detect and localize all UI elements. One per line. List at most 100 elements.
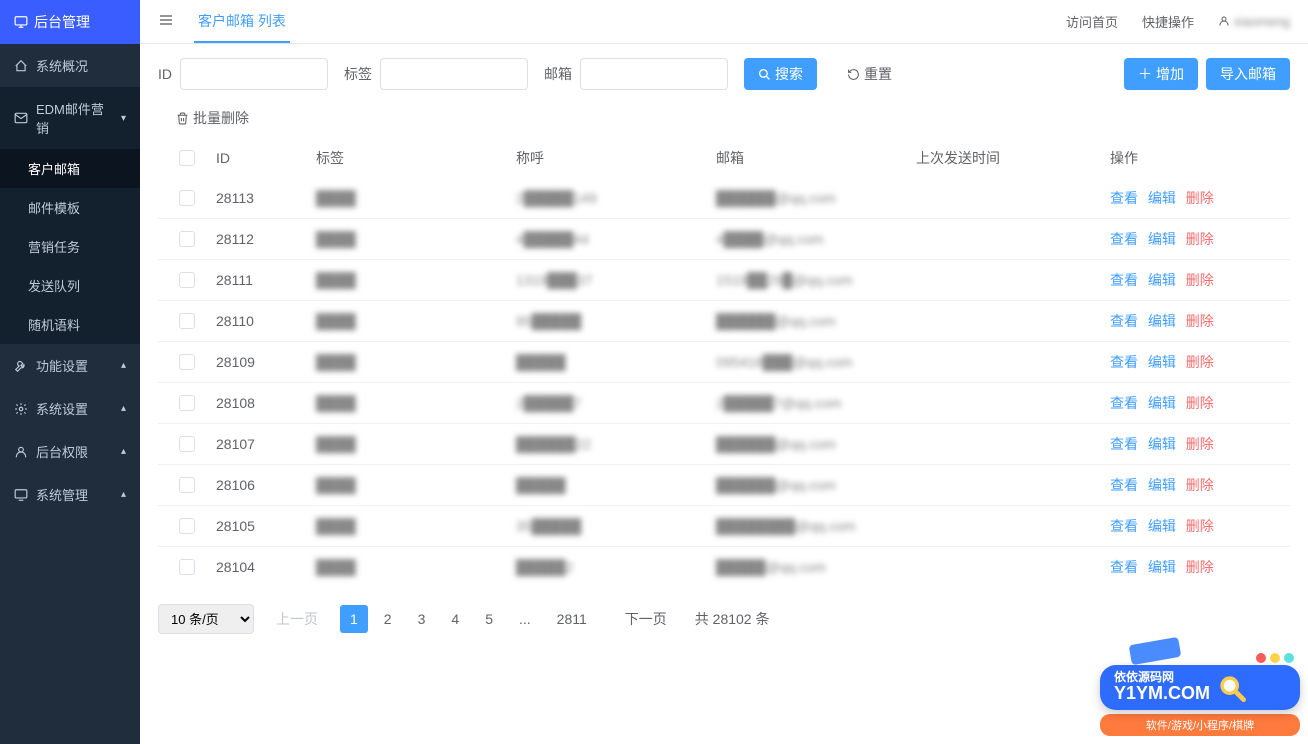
edit-link[interactable]: 编辑 (1148, 436, 1176, 452)
add-button-label: 增加 (1156, 64, 1184, 84)
row-checkbox[interactable] (179, 559, 195, 575)
page-number[interactable]: 2 (374, 605, 402, 633)
edit-link[interactable]: 编辑 (1148, 313, 1176, 329)
view-link[interactable]: 查看 (1110, 231, 1138, 247)
delete-link[interactable]: 删除 (1186, 477, 1214, 493)
page-number[interactable]: 5 (475, 605, 503, 633)
edit-link[interactable]: 编辑 (1148, 559, 1176, 575)
edit-link[interactable]: 编辑 (1148, 395, 1176, 411)
edit-link[interactable]: 编辑 (1148, 231, 1176, 247)
add-button[interactable]: ＋ 增加 (1124, 58, 1198, 90)
table-row: 28105 ████ 35█████ ████████@qq.com 查看 编辑… (158, 505, 1290, 546)
sidebar-item[interactable]: 功能设置▴ (0, 344, 140, 387)
checkbox-all[interactable] (179, 150, 195, 166)
delete-link[interactable]: 删除 (1186, 559, 1214, 575)
view-link[interactable]: 查看 (1110, 477, 1138, 493)
cell-ops: 查看 编辑 删除 (1100, 352, 1284, 372)
col-tag: 标签 (310, 148, 510, 168)
row-checkbox[interactable] (179, 395, 195, 411)
edit-link[interactable]: 编辑 (1148, 477, 1176, 493)
delete-link[interactable]: 删除 (1186, 395, 1214, 411)
page-size-select[interactable]: 10 条/页 (158, 604, 254, 634)
edit-link[interactable]: 编辑 (1148, 354, 1176, 370)
row-checkbox[interactable] (179, 518, 195, 534)
view-link[interactable]: 查看 (1110, 436, 1138, 452)
table-row: 28113 ████ 2█████149 ██████@qq.com 查看 编辑… (158, 178, 1290, 218)
delete-link[interactable]: 删除 (1186, 272, 1214, 288)
cell-ops: 查看 编辑 删除 (1100, 229, 1284, 249)
row-checkbox[interactable] (179, 272, 195, 288)
cell-email: ████████@qq.com (710, 518, 910, 534)
delete-link[interactable]: 删除 (1186, 436, 1214, 452)
cell-email: ██████@qq.com (710, 190, 910, 206)
view-link[interactable]: 查看 (1110, 354, 1138, 370)
delete-link[interactable]: 删除 (1186, 190, 1214, 206)
prev-button[interactable]: 上一页 (266, 603, 328, 635)
hamburger-icon[interactable] (158, 12, 174, 31)
cell-tag: ████ (310, 231, 510, 247)
cell-tag: ████ (310, 313, 510, 329)
corner-badge[interactable]: 依依源码网 Y1YM.COM 软件/游戏/小程序/棋牌 (1100, 665, 1300, 736)
cell-tag: ████ (310, 477, 510, 493)
pagination-total: 共 28102 条 (695, 609, 770, 629)
page-number[interactable]: 4 (441, 605, 469, 633)
view-link[interactable]: 查看 (1110, 272, 1138, 288)
reset-button[interactable]: 重置 (833, 58, 906, 90)
cell-email: ██████@qq.com (710, 477, 910, 493)
edit-link[interactable]: 编辑 (1148, 518, 1176, 534)
sidebar-subitem[interactable]: 客户邮箱 (0, 149, 140, 188)
user-icon (14, 445, 28, 459)
col-ops: 操作 (1100, 148, 1284, 168)
search-button[interactable]: 搜索 (744, 58, 817, 90)
sidebar-subitem[interactable]: 发送队列 (0, 266, 140, 305)
view-link[interactable]: 查看 (1110, 559, 1138, 575)
edit-link[interactable]: 编辑 (1148, 272, 1176, 288)
chevron-icon: ▾ (121, 113, 126, 124)
sidebar-item[interactable]: 系统概况 (0, 44, 140, 87)
batch-delete-button[interactable]: 批量删除 (176, 108, 249, 128)
row-checkbox[interactable] (179, 231, 195, 247)
data-table: ID 标签 称呼 邮箱 上次发送时间 操作 28113 ████ 2█████1… (158, 138, 1290, 587)
delete-link[interactable]: 删除 (1186, 354, 1214, 370)
sidebar-item[interactable]: 系统管理▴ (0, 473, 140, 516)
page-number[interactable]: 2811 (547, 605, 597, 633)
tab-customer-email[interactable]: 客户邮箱 列表 (194, 1, 290, 43)
cell-id: 28111 (210, 272, 310, 288)
link-quick[interactable]: 快捷操作 (1142, 12, 1194, 31)
sidebar-subitem[interactable]: 随机语料 (0, 305, 140, 344)
sidebar-item[interactable]: 系统设置▴ (0, 387, 140, 430)
next-button[interactable]: 下一页 (615, 603, 677, 635)
edit-link[interactable]: 编辑 (1148, 190, 1176, 206)
import-button[interactable]: 导入邮箱 (1206, 58, 1290, 90)
sidebar-subitem[interactable]: 营销任务 (0, 227, 140, 266)
pagination: 10 条/页 上一页 12345...2811 下一页 共 28102 条 (158, 587, 1290, 651)
row-checkbox[interactable] (179, 436, 195, 452)
link-home[interactable]: 访问首页 (1066, 12, 1118, 31)
page-number[interactable]: ... (509, 605, 541, 633)
cell-ops: 查看 编辑 删除 (1100, 270, 1284, 290)
col-time: 上次发送时间 (910, 148, 1100, 168)
input-id[interactable] (180, 58, 328, 90)
sidebar-item[interactable]: EDM邮件营销▾ (0, 87, 140, 149)
input-tag[interactable] (380, 58, 528, 90)
row-checkbox[interactable] (179, 477, 195, 493)
page-number[interactable]: 1 (340, 605, 368, 633)
input-email[interactable] (580, 58, 728, 90)
view-link[interactable]: 查看 (1110, 518, 1138, 534)
row-checkbox[interactable] (179, 313, 195, 329)
delete-link[interactable]: 删除 (1186, 518, 1214, 534)
sidebar-item[interactable]: 后台权限▴ (0, 430, 140, 473)
user-name: xiaomeng (1234, 14, 1290, 29)
row-checkbox[interactable] (179, 354, 195, 370)
wrench-icon (14, 359, 28, 373)
user-menu[interactable]: xiaomeng (1218, 14, 1290, 29)
view-link[interactable]: 查看 (1110, 395, 1138, 411)
sidebar-subitem[interactable]: 邮件模板 (0, 188, 140, 227)
row-checkbox[interactable] (179, 190, 195, 206)
cell-name: 95█████ (510, 313, 710, 329)
view-link[interactable]: 查看 (1110, 313, 1138, 329)
page-number[interactable]: 3 (408, 605, 436, 633)
delete-link[interactable]: 删除 (1186, 313, 1214, 329)
view-link[interactable]: 查看 (1110, 190, 1138, 206)
delete-link[interactable]: 删除 (1186, 231, 1214, 247)
